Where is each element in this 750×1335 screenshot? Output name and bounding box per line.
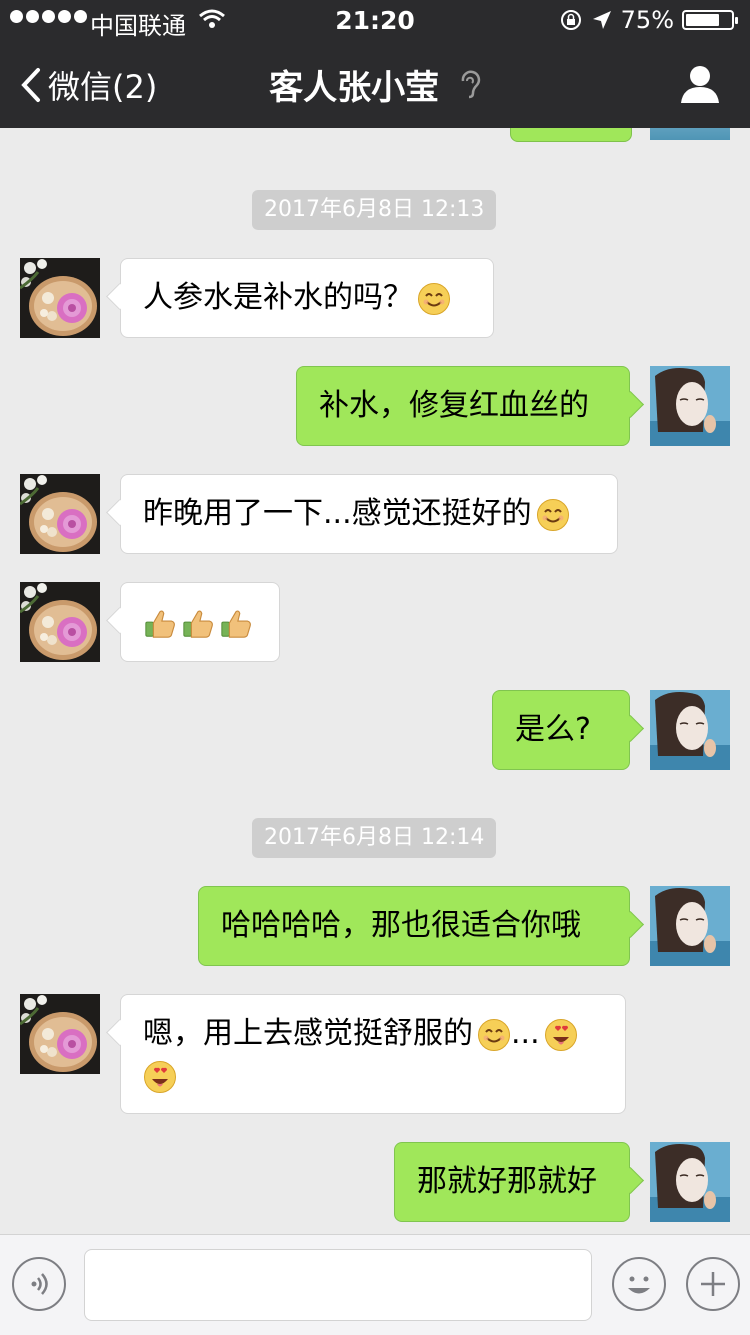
message-text: 是么? (515, 712, 591, 747)
sent-bubble[interactable]: 哈哈哈哈，那也很适合你哦 (198, 886, 630, 966)
message-list[interactable]: 2017年6月8日 12:13 人参水是补水的吗？ 补水，修复红血丝的 昨晚用了… (0, 128, 750, 1234)
customer-avatar[interactable] (20, 474, 100, 554)
battery-percent: 75% (620, 6, 674, 34)
customer-avatar[interactable] (20, 994, 100, 1074)
emoji-icon (628, 1276, 650, 1294)
sent-bubble[interactable]: 那就好那就好 (394, 1142, 630, 1222)
sent-bubble[interactable]: 是么? (492, 690, 630, 770)
customer-avatar[interactable] (20, 258, 100, 338)
smile-emoji-icon (417, 282, 451, 316)
profile-icon[interactable] (680, 64, 720, 104)
thumbs-up-emoji-icon (181, 606, 215, 640)
more-button[interactable] (686, 1257, 740, 1311)
partial-message-bubble (510, 128, 632, 142)
timestamp: 2017年6月8日 12:13 (252, 190, 497, 230)
timestamp: 2017年6月8日 12:14 (252, 818, 497, 858)
thumbs-up-emoji-icon (219, 606, 253, 640)
smile-emoji-icon (536, 498, 570, 532)
chat-title: 客人张小莹 (269, 68, 440, 108)
message-text: 嗯，用上去感觉挺舒服的 (143, 1016, 473, 1051)
my-avatar[interactable] (650, 366, 730, 446)
message-text: 补水，修复红血丝的 (319, 388, 589, 423)
message-input[interactable] (84, 1249, 592, 1321)
battery-icon (682, 10, 738, 30)
heart-eyes-emoji-icon (544, 1018, 578, 1052)
message-ellipsis: ... (511, 1016, 540, 1051)
voice-icon (31, 1273, 48, 1295)
location-icon (592, 11, 611, 29)
my-avatar[interactable] (650, 1142, 730, 1222)
received-bubble[interactable]: 昨晚用了一下...感觉还挺好的 (120, 474, 618, 554)
top-bar: 中国联通 21:20 75% 微信(2) 客人张小莹 (0, 0, 750, 128)
voice-button[interactable] (12, 1257, 66, 1311)
rotation-lock-icon (560, 10, 581, 30)
message-text: 哈哈哈哈，那也很适合你哦 (221, 908, 581, 943)
status-bar: 中国联通 21:20 75% (0, 0, 750, 40)
partial-avatar (650, 128, 730, 140)
message-text: 昨晚用了一下...感觉还挺好的 (143, 496, 532, 531)
received-bubble[interactable]: 嗯，用上去感觉挺舒服的... (120, 994, 626, 1114)
received-bubble[interactable] (120, 582, 280, 662)
emoji-button[interactable] (612, 1257, 666, 1311)
my-avatar[interactable] (650, 690, 730, 770)
received-bubble[interactable]: 人参水是补水的吗？ (120, 258, 494, 338)
chat-title-wrap: 客人张小莹 (0, 60, 750, 109)
my-avatar[interactable] (650, 886, 730, 966)
earpiece-mode-icon (459, 70, 481, 106)
smile-emoji-icon (477, 1018, 511, 1052)
message-text: 那就好那就好 (417, 1164, 597, 1199)
plus-icon (701, 1272, 725, 1296)
message-text: 人参水是补水的吗？ (143, 280, 413, 315)
thumbs-up-emoji-icon (143, 606, 177, 640)
customer-avatar[interactable] (20, 582, 100, 662)
sent-bubble[interactable]: 补水，修复红血丝的 (296, 366, 630, 446)
heart-eyes-emoji-icon (143, 1060, 177, 1094)
input-bar (0, 1234, 750, 1335)
